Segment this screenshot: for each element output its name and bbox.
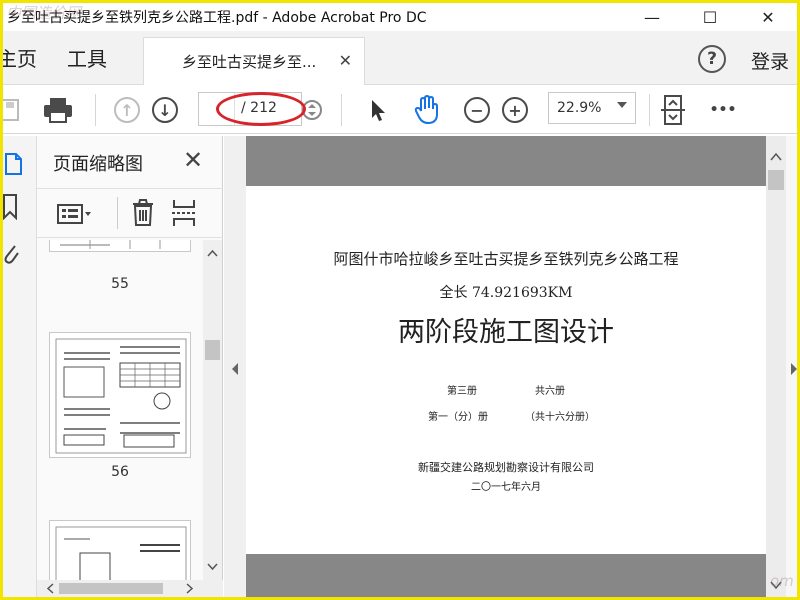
print-icon[interactable] (41, 94, 75, 126)
toolbar: ↑ ↓ − + ••• (0, 86, 797, 134)
fit-page-icon[interactable] (657, 94, 689, 126)
help-icon[interactable]: ? (698, 45, 726, 73)
document-vertical-scrollbar[interactable] (766, 136, 786, 597)
zoom-out-button[interactable]: − (461, 94, 493, 126)
tab-home[interactable]: 主页 (0, 43, 37, 72)
zoom-in-button[interactable]: + (499, 94, 531, 126)
arrow-down-icon: ↓ (152, 97, 178, 123)
red-highlight-ellipse (216, 92, 306, 126)
save-icon[interactable] (0, 94, 23, 126)
window-controls: — ☐ ✕ (623, 3, 797, 31)
watermark-top-left: 中国造价网 (6, 4, 82, 22)
company-name: 新疆交建公路规划勘察设计有限公司 (418, 461, 594, 474)
pdf-page: 阿图什市哈拉峻乡至吐古买提乡至铁列克乡公路工程 全长 74.921693KM 两… (246, 186, 766, 554)
thumbnail-panel: 页面缩略图 ✕ 55 56 (37, 136, 223, 597)
bookmark-icon[interactable] (3, 194, 19, 224)
tab-document[interactable]: 乡至吐古买提乡至... ✕ (143, 37, 365, 85)
close-tab-icon[interactable]: ✕ (339, 51, 352, 70)
maximize-button[interactable]: ☐ (681, 3, 739, 31)
thumbnail-page-57[interactable] (49, 520, 191, 580)
volume-total: 共六册 (535, 386, 565, 397)
hand-tool-icon[interactable] (411, 94, 443, 126)
document-heading: 两阶段施工图设计 (398, 317, 614, 348)
thumbnail-page-56[interactable] (49, 332, 191, 458)
chevron-down-icon (617, 102, 627, 108)
thumbnail-label-55: 55 (111, 276, 129, 292)
project-name: 阿图什市哈拉峻乡至吐古买提乡至铁列克乡公路工程 (333, 250, 679, 268)
thumbnail-page-55[interactable] (49, 240, 191, 252)
document-date: 二〇一七年六月 (471, 482, 541, 493)
zoom-select[interactable]: 22.9% (548, 92, 636, 124)
insert-page-icon[interactable] (171, 199, 197, 231)
tab-tools[interactable]: 工具 (67, 43, 107, 72)
document-view[interactable]: 阿图什市哈拉峻乡至吐古买提乡至铁列克乡公路工程 全长 74.921693KM 两… (246, 136, 766, 597)
page-thumbnails-icon[interactable] (5, 152, 23, 180)
thumbnail-panel-title: 页面缩略图 (53, 154, 143, 175)
close-panel-icon[interactable]: ✕ (183, 146, 203, 174)
login-button[interactable]: 登录 (751, 47, 789, 74)
thumbnail-horizontal-scrollbar[interactable] (37, 580, 223, 597)
minimize-button[interactable]: — (623, 3, 681, 31)
thumbnail-toolbar (37, 188, 223, 238)
attachment-icon[interactable] (3, 240, 19, 270)
select-tool-icon[interactable] (365, 94, 391, 126)
plus-icon: + (502, 97, 528, 123)
close-window-button[interactable]: ✕ (739, 3, 797, 31)
collapse-panel-handle[interactable] (224, 136, 246, 597)
part-total: （共十六分册） (525, 412, 595, 423)
thumbnail-list: 55 56 (37, 240, 203, 580)
thumbnail-label-56: 56 (111, 464, 129, 480)
minus-icon: − (464, 97, 490, 123)
previous-page-button[interactable]: ↑ (111, 94, 143, 126)
tab-row: 主页 工具 乡至吐古买提乡至... ✕ ? 登录 (0, 31, 797, 85)
more-tools-icon[interactable]: ••• (703, 94, 743, 126)
watermark-bottom-right: om (770, 572, 794, 590)
thumbnail-options-icon[interactable] (57, 203, 93, 229)
document-tab-label: 乡至吐古买提乡至... (182, 53, 317, 71)
delete-page-icon[interactable] (131, 199, 155, 231)
navigation-pane-icons (3, 136, 37, 597)
next-page-button[interactable]: ↓ (149, 94, 181, 126)
zoom-value: 22.9% (557, 100, 602, 116)
arrow-up-icon: ↑ (114, 97, 140, 123)
thumbnail-vertical-scrollbar[interactable] (203, 240, 222, 580)
title-bar: 乡至吐古买提乡至铁列克乡公路工程.pdf - Adobe Acrobat Pro… (3, 3, 797, 31)
project-length: 全长 74.921693KM (439, 285, 573, 301)
